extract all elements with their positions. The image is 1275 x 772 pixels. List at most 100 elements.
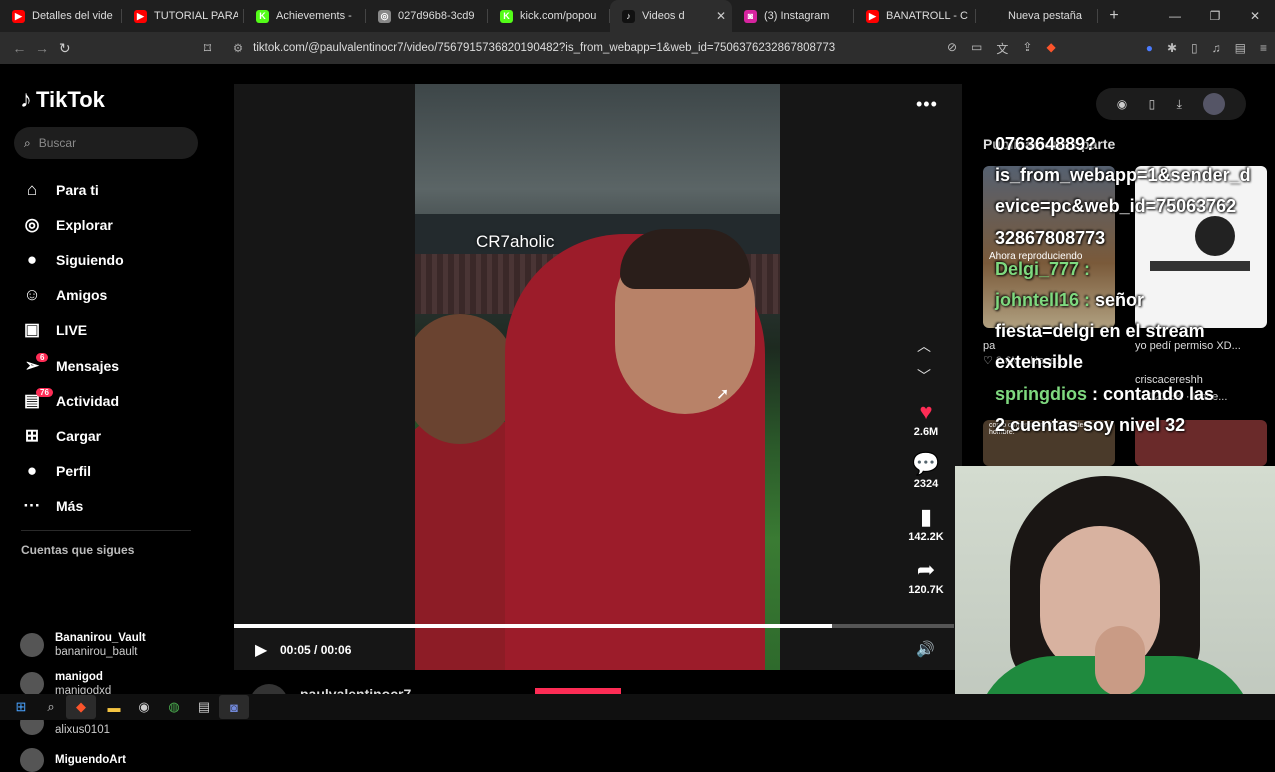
account-name: manigod (55, 671, 103, 683)
close-window-icon[interactable]: ✕ (1235, 9, 1275, 23)
new-tab-button[interactable]: + (1098, 7, 1130, 25)
sidebar-item-más[interactable]: ··· Más (18, 489, 124, 524)
toolbar-icons: ● ✱ ▯ ♫ ▤ ≡ (1146, 41, 1267, 55)
sidebar-item-amigos[interactable]: ☺ Amigos (18, 278, 124, 313)
user-avatar[interactable] (1203, 93, 1226, 115)
tab-label: Achievements - (276, 10, 352, 22)
discord-app-icon[interactable]: ◙ (219, 695, 249, 719)
following-account[interactable]: Bananirou_Vault bananirou_bault (20, 631, 146, 659)
url-field[interactable]: ⚙ tiktok.com/@paulvalentinocr7/video/756… (227, 36, 935, 60)
browser-tab[interactable]: ♪ Videos d ✕ (610, 0, 732, 32)
related-thumb-2[interactable] (1135, 166, 1267, 328)
chat-line: johntell16 : señor (995, 290, 1144, 311)
sidebar-item-siguiendo[interactable]: ● Siguiendo (18, 242, 124, 277)
download-icon[interactable]: ⤓ (1177, 97, 1182, 112)
sidebar-item-explorar[interactable]: ◎ Explorar (18, 207, 124, 242)
extensions-icon[interactable]: ✱ (1167, 41, 1177, 55)
restore-icon[interactable]: ❐ (1195, 9, 1235, 23)
sidebar-item-actividad[interactable]: ▤ 76 Actividad (18, 383, 124, 418)
no-tracking-icon[interactable]: ⊘ (947, 40, 957, 57)
obs-app-icon[interactable]: ◉ (129, 695, 159, 719)
tab-favicon-icon: K (256, 9, 269, 23)
share-icon[interactable]: ⇪ (1022, 40, 1032, 57)
bookmark-icon[interactable]: ⌑ (196, 40, 219, 57)
chat-line: evice=pc&web_id=75063762 (995, 196, 1236, 217)
live-icon: ▣ (23, 320, 41, 340)
music-icon[interactable]: ♫ (1212, 41, 1221, 55)
share-count: 120.7K (908, 584, 944, 596)
following-account[interactable]: MiguendoArt (20, 748, 126, 772)
site-info-icon[interactable]: ⚙ (233, 41, 243, 55)
vpn-icon[interactable]: ● (1146, 41, 1153, 55)
brave-shield-icon[interactable]: ◆ (1046, 40, 1055, 57)
browser-tab[interactable]: ◙ (3) Instagram (732, 0, 854, 32)
wallet-icon[interactable]: ▤ (1235, 41, 1246, 55)
tab-strip: ▶ Detalles del vide ▶ TUTORIAL PARA K Achieve… (0, 0, 1098, 32)
previous-video-icon[interactable]: ︿ (917, 336, 931, 356)
tab-label: Detalles del vide (32, 10, 113, 22)
save-count: 142.2K (908, 531, 944, 543)
file-explorer-icon[interactable]: ▬ (99, 695, 129, 719)
search-placeholder: Buscar (38, 136, 77, 150)
sidebar-icon[interactable]: ▯ (1191, 41, 1198, 55)
sidebar-item-label: Cargar (56, 427, 102, 444)
sidebar-item-perfil[interactable]: ● Perfil (18, 454, 124, 489)
menu-icon[interactable]: ≡ (1260, 41, 1267, 55)
browser-tab[interactable]: ▶ BANATROLL - C (854, 0, 976, 32)
minimize-icon[interactable]: — (1155, 9, 1195, 23)
comment-action[interactable]: 💬 2324 (898, 452, 954, 491)
search-input[interactable]: ⌕ Buscar (14, 127, 198, 159)
tab-favicon-icon (988, 9, 1001, 23)
tiktok-sidebar: ♪ TikTok ⌕ Buscar ⌂ Para ti ◎ Explorar ● Sigu… (0, 64, 225, 772)
sidebar-item-mensajes[interactable]: ➢ 6 Mensajes (18, 348, 124, 383)
sidebar-item-para-ti[interactable]: ⌂ Para ti (18, 172, 124, 207)
forward-icon[interactable]: → (31, 40, 54, 56)
sidebar-item-live[interactable]: ▣ LIVE (18, 313, 124, 348)
sidebar-item-label: Amigos (56, 287, 108, 304)
more-options-icon[interactable]: ••• (916, 94, 938, 115)
tab-label: 027d96b8-3cd9 (398, 10, 475, 22)
browser-tab[interactable]: Kkick.com/popou (488, 0, 610, 32)
translate-icon[interactable]: 文 (996, 40, 1008, 57)
taskbar-search-icon[interactable]: ⌕ (36, 695, 66, 719)
address-bar-row: ← → ↻ ⌑ ⚙ tiktok.com/@paulvalentinocr7/v… (0, 32, 1275, 64)
browser-tab[interactable]: Nueva pestaña (976, 0, 1098, 32)
chrome-app-icon[interactable]: ◍ (159, 695, 189, 719)
tiktok-logo[interactable]: ♪ TikTok (20, 86, 105, 114)
browser-tab-bar: ▶ Detalles del vide ▶ TUTORIAL PARA K Achieve… (0, 0, 1275, 32)
reload-icon[interactable]: ↻ (53, 40, 76, 57)
browser-tab[interactable]: ▶ TUTORIAL PARA (122, 0, 244, 32)
tab-favicon-icon: ♪ (622, 9, 635, 23)
sidebar-item-label: LIVE (56, 322, 88, 339)
player-tools-capsule: ◉ ▯ ⤓ (1096, 88, 1246, 120)
chat-message: evice=pc&web_id=75063762 (995, 196, 1237, 217)
volume-icon[interactable]: 🔊 (916, 640, 935, 658)
next-video-icon[interactable]: ﹀ (917, 366, 931, 386)
video-progress-bar[interactable] (234, 624, 954, 628)
sidebar-item-label: Más (56, 498, 84, 515)
like-action[interactable]: ♥ 2.6M (898, 400, 954, 439)
webcam-hand (1095, 626, 1145, 696)
video-frame[interactable] (415, 84, 780, 670)
sidebar-divider (21, 530, 191, 531)
home-icon: ⌂ (26, 179, 38, 199)
sidebar-item-label: Siguiendo (56, 251, 124, 268)
play-icon[interactable]: ▶ (255, 640, 267, 660)
phone-icon[interactable]: ▯ (1149, 97, 1156, 111)
brave-app-icon[interactable]: ◆ (66, 695, 96, 719)
browser-tab[interactable]: ◎ 027d96b8-3cd9 (366, 0, 488, 32)
close-tab-icon[interactable]: ✕ (716, 9, 726, 23)
save-action[interactable]: ▮ 142.2K (898, 505, 954, 544)
browser-tab[interactable]: K Achievements - (244, 0, 366, 32)
sidebar-item-cargar[interactable]: ⊞ Cargar (18, 418, 124, 453)
browser-tab[interactable]: ▶ Detalles del vide (0, 0, 122, 32)
eye-icon[interactable]: ◉ (1117, 97, 1127, 111)
windows-start-icon[interactable]: ⊞ (6, 695, 36, 719)
cast-icon[interactable]: ▭ (971, 40, 982, 57)
chat-line: 076364889? (995, 134, 1096, 155)
notepad-app-icon[interactable]: ▤ (189, 695, 219, 719)
back-icon[interactable]: ← (8, 40, 31, 56)
share-action[interactable]: ➦ 120.7K (898, 558, 954, 597)
tab-favicon-icon: ▶ (866, 9, 879, 23)
account-name: MiguendoArt (55, 754, 126, 766)
